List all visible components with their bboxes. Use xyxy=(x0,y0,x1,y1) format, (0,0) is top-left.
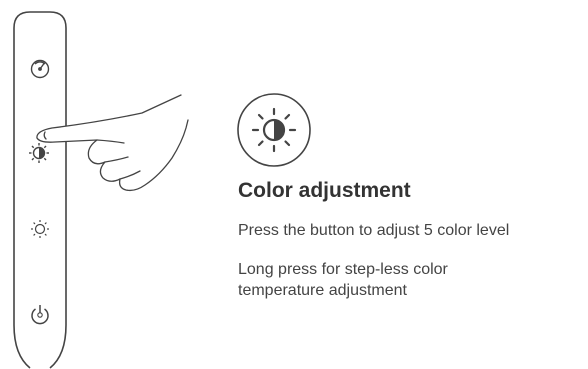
brightness-half-icon xyxy=(237,93,311,167)
feature-description-long-press: Long press for step-less color temperatu… xyxy=(238,261,448,299)
power-icon[interactable] xyxy=(31,305,49,325)
feature-description-short-press: Press the button to adjust 5 color level xyxy=(238,222,510,239)
dial-icon[interactable] xyxy=(30,59,50,79)
pointing-hand-icon xyxy=(36,94,189,192)
feature-icon xyxy=(236,92,312,168)
color-temperature-icon[interactable] xyxy=(29,143,49,163)
feature-title: Color adjustment xyxy=(238,179,411,202)
brightness-icon[interactable] xyxy=(31,220,49,238)
panel-outline xyxy=(13,11,67,369)
